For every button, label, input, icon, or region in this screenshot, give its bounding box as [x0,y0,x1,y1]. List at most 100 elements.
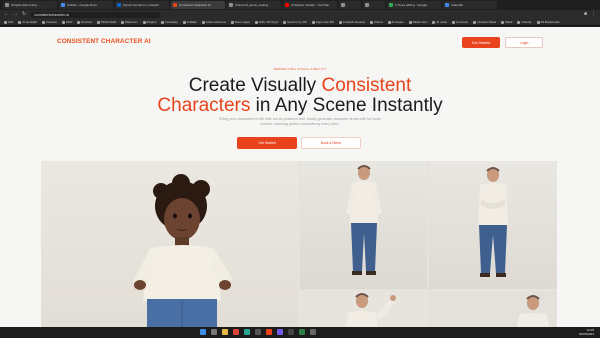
bookmark-item[interactable]: All Bookmarks [536,20,560,24]
address-bar-url: consistentcharacter.ai [34,12,69,17]
bookmark-item[interactable]: GW+ RP Apps [254,20,278,24]
bookmark-label: Finance [46,20,57,24]
browser-tab[interactable]: Articles - Google Docs [59,1,113,9]
bookmark-item[interactable]: Commun [452,20,468,24]
tab-title: Consistent Character AI [179,3,211,7]
browser-tab[interactable]: Outputs disk timing - ... [3,1,57,9]
taskbar-clock[interactable]: 12:05 09/05/2024 [579,328,594,336]
bookmark-label: Dev+ Apps [235,20,250,24]
tab-title: Syncer Kernel v1 | Linkedin [123,3,160,7]
browser-tab[interactable]: Clonus AI_demo_making [227,1,281,9]
bookmark-item[interactable]: Need to try RP [283,20,307,24]
search-icon[interactable] [211,329,217,335]
bookmark-label: AI news [436,20,448,24]
bookmark-icon [432,20,436,24]
site-logo[interactable]: CONSISTENT CHARACTER AI [57,38,151,45]
bookmark-label: Ghostly [521,20,532,24]
bookmark-item[interactable]: Ezuccel [77,20,92,24]
start-icon[interactable] [200,329,206,335]
bookmark-icon [254,20,258,24]
bookmark-label: Linkedin Stats [477,20,497,24]
bookmark-item[interactable]: Gifs [4,20,13,24]
bookmark-item[interactable]: AI spotlight [18,20,37,24]
browser-tab[interactable]: Consistent Character AI [171,1,225,9]
bookmark-icon [536,20,540,24]
chrome-icon[interactable] [233,329,239,335]
bookmark-item[interactable]: Plugins [142,20,156,24]
app-icon[interactable] [255,329,261,335]
bookmark-item[interactable]: Apps Can RP [311,20,334,24]
bookmark-item[interactable]: Artist reference [201,20,226,24]
bookmark-item[interactable]: Dev+ Apps [231,20,250,24]
bookmark-label: Ezuccel [81,20,92,24]
header-login-button[interactable]: Login [505,37,543,48]
bookmark-icon [161,20,165,24]
headline-text-2: in Any Scene Instantly [250,95,443,116]
bookmark-label: iCloud [374,20,383,24]
tab-title: Outputs disk timing - ... [11,3,42,7]
bookmark-icon [370,20,373,24]
forward-icon[interactable]: → [13,12,18,17]
back-icon[interactable]: ← [4,12,9,17]
bookmark-icon [201,20,205,24]
bookmark-icon [42,20,46,24]
browser-tab[interactable]: Character models - YouTube [283,1,337,9]
hero-headline: Create Visually Consistent Characters in… [0,76,600,116]
browser-tab[interactable]: Calendar [443,1,497,9]
gallery-image-man-arms-crossed [429,161,557,289]
bookmark-icon [517,20,521,24]
bookmark-label: Tiktok Draft [100,20,117,24]
gallery-image-man-portrait [429,291,557,327]
bookmark-item[interactable]: AI issues [387,20,404,24]
site-header: CONSISTENT CHARACTER AI Get Started Logi… [0,27,600,57]
bookmark-item[interactable]: Tiktok Draft [96,20,117,24]
book-demo-button[interactable]: Book a Demo [301,137,361,149]
app-icon[interactable] [310,329,316,335]
reload-icon[interactable]: ↻ [22,12,26,17]
browser-tab[interactable] [339,1,361,9]
tab-favicon-icon [389,3,393,7]
bookmark-label: Gifs [8,20,14,24]
bookmark-item[interactable]: Webconv [121,20,138,24]
bookmark-item[interactable]: buresetty [161,20,178,24]
bookmark-label: Need to try RP [287,20,307,24]
app-icon[interactable] [299,329,305,335]
bookmark-icon [4,20,7,24]
bookmark-item[interactable]: Finance [42,20,57,24]
bookmark-item[interactable]: CEO [61,20,73,24]
bookmark-icon [338,20,342,24]
bookmark-item[interactable]: Slack [501,20,512,24]
menu-icon[interactable]: ⋮ [591,12,596,17]
browser-tab[interactable]: 3 Trees editing - Google [387,1,441,9]
tab-favicon-icon [117,3,121,7]
bookmark-label: CEO [65,20,73,24]
gallery-image-child [41,161,298,327]
bookmark-item[interactable]: Linkedin Stats [473,20,496,24]
bookmarks-bar: Gifs AI spotlight Finance CEO Ezuccel Tiktok … [0,19,600,26]
bookmark-item[interactable]: Collabs [182,20,197,24]
man-character-illustration [517,295,549,327]
browser-tab[interactable] [363,1,385,9]
extensions-icon[interactable]: ■ [584,12,587,17]
app-icon[interactable] [266,329,272,335]
bookmark-item[interactable]: Slides Gen [408,20,427,24]
bookmark-label: Commun [456,20,469,24]
address-bar[interactable]: consistentcharacter.ai [30,11,161,18]
app-icon[interactable] [277,329,283,335]
bookmark-item[interactable]: LinkedIn Review [338,20,365,24]
bookmark-item[interactable]: AI news [432,20,447,24]
bookmark-icon [473,20,477,24]
bookmark-icon [142,20,146,24]
gallery-image-man-standing [300,161,427,289]
bookmark-item[interactable]: Ghostly [517,20,532,24]
screen: Outputs disk timing - ... Articles - Goog… [0,0,600,338]
app-icon[interactable] [288,329,294,335]
bookmark-label: AI issues [391,20,404,24]
get-started-button[interactable]: Get Started [237,137,297,149]
bookmark-item[interactable]: iCloud [370,20,383,24]
header-get-started-button[interactable]: Get Started [462,37,500,48]
file-explorer-icon[interactable] [222,329,228,335]
edge-icon[interactable] [244,329,250,335]
browser-tab[interactable]: Syncer Kernel v1 | Linkedin [115,1,169,9]
bookmark-icon [387,20,391,24]
